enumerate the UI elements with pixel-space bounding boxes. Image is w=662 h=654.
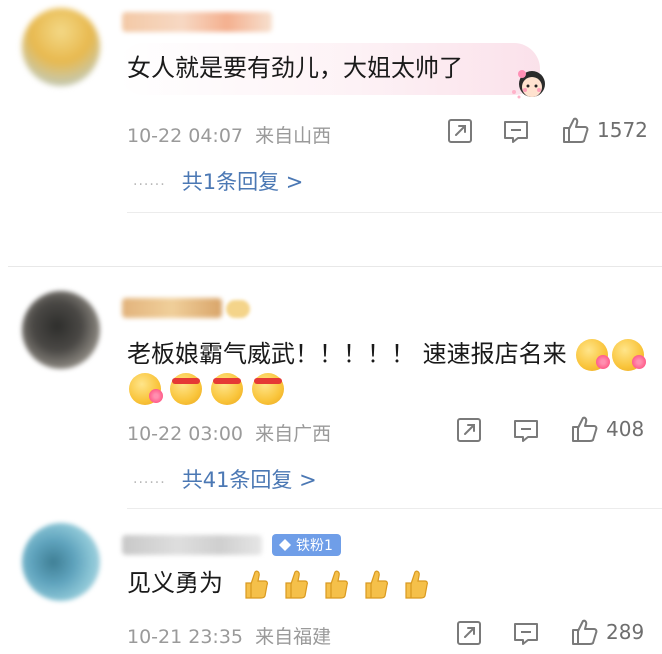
comment-meta: 10-22 03:00 来自广西 [127,419,331,446]
comment-text: 见义勇为 [127,565,435,601]
comment-icon [514,420,538,442]
share-icon [448,119,472,143]
like-count: 1572 [597,118,648,142]
kiss-face-emoji [129,373,163,405]
comment-location: 来自广西 [255,423,332,445]
comment-item: 老板娘霸气威武！！！！！ 速速报店名来 10-22 03:00 来自广西 408… [0,267,662,507]
like-button[interactable]: 1572 [561,115,648,145]
comment-icon [504,121,528,143]
avatar[interactable] [22,523,100,601]
thumbs-up-emoji [365,570,388,599]
comment-location: 来自福建 [255,626,332,648]
comment-item: 铁粉1 见义勇为 10-21 23:35 来自福建 289 [0,509,662,654]
comment-button[interactable] [512,417,540,445]
emoji-row [127,373,286,405]
headband-face-emoji [252,373,285,405]
replies-label: 共41条回复 > [181,468,317,492]
bubble-girl-sticker [510,66,550,100]
headband-face-emoji [170,373,203,405]
avatar[interactable] [22,291,100,369]
comment-text-body: 老板娘霸气威武！！！！！ 速速报店名来 [127,340,567,368]
thumbs-up-emoji [405,570,428,599]
view-replies-link[interactable]: ······ 共41条回复 > [133,464,317,494]
share-icon [457,418,481,442]
like-count: 289 [606,620,645,644]
share-button[interactable] [455,416,483,444]
comment-item: 女人就是要有劲儿，大姐太帅了 10-22 04:07 来自山西 1572 ···… [0,0,662,265]
thumbs-up-emoji [325,570,348,599]
thumbs-up-emoji [285,570,308,599]
replies-label: 共1条回复 > [181,170,304,194]
share-button[interactable] [455,619,483,647]
comment-time: 10-22 03:00 [127,423,244,445]
divider [127,212,662,213]
comment-text: 女人就是要有劲儿，大姐太帅了 [127,54,463,82]
ellipsis-icon: ······ [133,475,166,491]
kiss-face-emoji [576,339,611,371]
fan-badge-label: 铁粉1 [296,538,333,554]
comment-button[interactable] [502,118,530,146]
thumbs-up-icon [572,416,598,442]
like-count: 408 [606,417,645,441]
comment-text: 老板娘霸气威武！！！！！ 速速报店名来 [127,336,647,372]
thumbs-up-icon [572,619,598,645]
username-blurred[interactable] [122,535,262,555]
share-icon [457,621,481,645]
ellipsis-icon: ······ [133,177,166,193]
comment-location: 来自山西 [255,125,332,147]
comment-text-body: 见义勇为 [127,569,223,597]
username-badge-emoji [226,300,250,318]
kiss-face-emoji [612,339,647,371]
comment-meta: 10-22 04:07 来自山西 [127,121,331,148]
like-button[interactable]: 408 [570,414,644,444]
diamond-icon [279,539,291,551]
comment-button[interactable] [512,620,540,648]
thumbs-up-emoji-row [235,569,435,599]
thumbs-up-emoji [245,570,268,599]
username-blurred[interactable] [122,12,272,32]
like-button[interactable]: 289 [570,617,644,647]
comment-time: 10-22 04:07 [127,125,244,147]
fan-level-badge: 铁粉1 [272,534,341,556]
avatar[interactable] [22,8,100,86]
thumbs-up-icon [563,117,589,143]
headband-face-emoji [211,373,244,405]
comment-meta: 10-21 23:35 来自福建 [127,622,331,649]
share-button[interactable] [446,117,474,145]
comment-time: 10-21 23:35 [127,626,244,648]
username-blurred[interactable] [122,298,222,318]
comment-icon [514,623,538,645]
view-replies-link[interactable]: ······ 共1条回复 > [133,166,303,196]
